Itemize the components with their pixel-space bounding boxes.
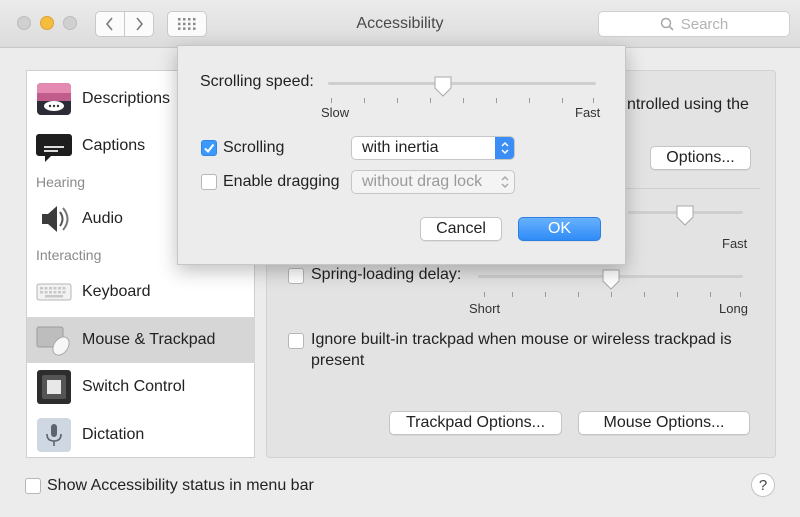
- checkmark-icon: [204, 143, 215, 154]
- enable-dragging-checkbox[interactable]: [201, 174, 217, 190]
- options-button[interactable]: Options...: [650, 146, 751, 170]
- section-heading-interacting: Interacting: [36, 247, 102, 263]
- scrolling-checkbox[interactable]: [201, 140, 217, 156]
- search-icon: [660, 17, 674, 31]
- scrolling-mode-value: with inertia: [362, 139, 439, 156]
- slider-tick: [644, 292, 645, 297]
- mouse-options-sheet: Scrolling speed: Slow Fast Scrolling wit…: [177, 45, 626, 265]
- keyboard-icon: [36, 283, 72, 301]
- slider-knob[interactable]: [675, 205, 695, 227]
- slider-tick: [496, 98, 497, 103]
- select-arrows-icon: [495, 137, 514, 159]
- sidebar-item-label: Audio: [82, 210, 123, 227]
- scrolling-speed-label: Scrolling speed:: [200, 73, 314, 90]
- speaker-icon: [42, 206, 69, 232]
- sidebar-item-mouse-trackpad[interactable]: Mouse & Trackpad: [27, 317, 255, 363]
- sidebar-item-label: Dictation: [82, 426, 145, 443]
- sidebar-item-dictation[interactable]: Dictation: [27, 412, 255, 458]
- slider-tick: [484, 292, 485, 297]
- mouse-trackpad-icon: [36, 326, 70, 356]
- slider-tick: [545, 292, 546, 297]
- scrolling-mode-select[interactable]: with inertia: [351, 136, 515, 160]
- show-status-label: Show Accessibility status in menu bar: [47, 477, 314, 494]
- section-heading-hearing: Hearing: [36, 174, 86, 190]
- cancel-button[interactable]: Cancel: [420, 217, 502, 241]
- scrolling-speed-max-label: Fast: [575, 105, 601, 120]
- switch-control-icon: [37, 370, 71, 404]
- sidebar-item-keyboard[interactable]: Keyboard: [27, 269, 255, 315]
- scrolling-label: Scrolling: [223, 139, 285, 156]
- slider-tick: [331, 98, 332, 103]
- spring-loading-min-label: Short: [469, 301, 501, 316]
- scrolling-speed-min-label: Slow: [321, 105, 350, 120]
- enable-dragging-label: Enable dragging: [223, 173, 340, 190]
- ok-button[interactable]: OK: [518, 217, 601, 241]
- slider-tick: [529, 98, 530, 103]
- slider-tick: [593, 98, 594, 103]
- partial-description-text: ntrolled using the: [627, 96, 749, 113]
- slider-tick: [740, 292, 741, 297]
- spring-loading-checkbox[interactable]: [288, 268, 304, 284]
- ignore-trackpad-label-line2: present: [311, 352, 365, 369]
- show-status-checkbox[interactable]: [25, 478, 41, 494]
- descriptions-icon: [37, 83, 71, 115]
- slider-tick: [710, 292, 711, 297]
- drag-lock-value: without drag lock: [362, 173, 483, 190]
- title-bar: Accessibility Search: [0, 0, 800, 48]
- sidebar-item-label: Descriptions: [82, 90, 171, 107]
- select-arrows-icon: [495, 171, 514, 193]
- slider-tick: [463, 98, 464, 103]
- preferences-window: Accessibility Search Descriptions Captio…: [0, 0, 800, 517]
- slider-tick: [578, 292, 579, 297]
- drag-lock-select[interactable]: without drag lock: [351, 170, 515, 194]
- sidebar-item-switch-control[interactable]: Switch Control: [27, 364, 255, 410]
- spring-loading-label: Spring-loading delay:: [311, 266, 462, 283]
- mouse-options-button[interactable]: Mouse Options...: [578, 411, 750, 435]
- scrolling-speed-slider-track[interactable]: [328, 82, 596, 85]
- sidebar-item-label: Keyboard: [82, 283, 151, 300]
- spring-loading-slider-knob[interactable]: [601, 269, 621, 291]
- search-field[interactable]: Search: [598, 11, 790, 37]
- scrolling-speed-slider-knob[interactable]: [433, 76, 453, 98]
- slider-max-label: Fast: [722, 236, 748, 251]
- pane-divider: [620, 188, 760, 189]
- captions-icon: [36, 134, 72, 162]
- sidebar-item-label: Mouse & Trackpad: [82, 331, 216, 348]
- slider-tick: [364, 98, 365, 103]
- ignore-trackpad-checkbox[interactable]: [288, 333, 304, 349]
- microphone-icon: [37, 418, 71, 452]
- slider-tick: [512, 292, 513, 297]
- search-placeholder: Search: [680, 15, 729, 33]
- help-button[interactable]: ?: [751, 473, 775, 497]
- slider-tick: [430, 98, 431, 103]
- slider-tick: [397, 98, 398, 103]
- ignore-trackpad-label-line1: Ignore built-in trackpad when mouse or w…: [311, 331, 732, 348]
- trackpad-options-button[interactable]: Trackpad Options...: [389, 411, 562, 435]
- slider-tick: [677, 292, 678, 297]
- slider-tick: [562, 98, 563, 103]
- sidebar-item-label: Captions: [82, 137, 146, 154]
- spring-loading-max-label: Long: [719, 301, 748, 316]
- sidebar-item-label: Switch Control: [82, 378, 186, 395]
- slider-tick: [611, 292, 612, 297]
